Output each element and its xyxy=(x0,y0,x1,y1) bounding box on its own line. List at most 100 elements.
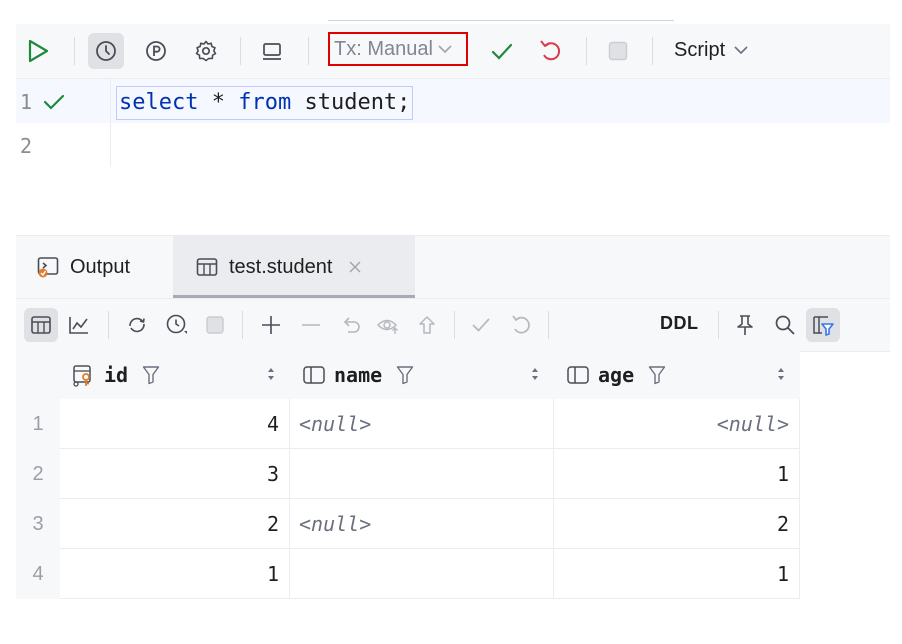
rollback-button[interactable] xyxy=(532,33,568,69)
cell-name[interactable] xyxy=(290,549,554,599)
cell-name[interactable]: <null> xyxy=(290,399,554,449)
undo-icon xyxy=(340,314,362,336)
output-console-icon xyxy=(36,255,60,279)
check-icon xyxy=(42,92,66,112)
toolbar-separator xyxy=(586,37,587,65)
check-icon xyxy=(470,314,492,336)
toolbar-separator xyxy=(240,37,241,65)
filter-icon[interactable] xyxy=(142,365,160,385)
layout-button[interactable] xyxy=(254,33,290,69)
filter-icon[interactable] xyxy=(648,365,666,385)
refresh-button[interactable] xyxy=(120,308,154,342)
cell-age[interactable]: 1 xyxy=(554,449,800,499)
search-button[interactable] xyxy=(768,308,802,342)
keyword-from: from xyxy=(238,90,292,115)
stop-button[interactable] xyxy=(198,308,232,342)
parameters-button[interactable] xyxy=(138,33,174,69)
revert-button[interactable] xyxy=(334,308,368,342)
grid-header-row: id name age xyxy=(16,351,800,399)
rollback-button[interactable] xyxy=(504,308,538,342)
sort-icon[interactable] xyxy=(530,365,540,383)
table-row[interactable]: 1 4 <null> <null> xyxy=(16,399,800,449)
filter-icon[interactable] xyxy=(396,365,414,385)
history-button[interactable] xyxy=(160,308,194,342)
submit-button[interactable] xyxy=(410,308,444,342)
table-view-button[interactable] xyxy=(24,308,58,342)
ddl-button[interactable]: DDL xyxy=(660,313,699,334)
chart-view-button[interactable] xyxy=(62,308,96,342)
primary-key-column-icon xyxy=(72,363,96,387)
undo-icon xyxy=(538,38,562,64)
preview-changes-button[interactable] xyxy=(372,308,406,342)
clock-icon xyxy=(165,313,189,337)
sql-code-line[interactable]: select * from student; xyxy=(116,86,414,120)
tab-output[interactable]: Output xyxy=(36,236,130,298)
script-label: Script xyxy=(674,38,726,61)
history-button[interactable] xyxy=(88,33,124,69)
toolbar-separator xyxy=(308,37,309,65)
cell-age[interactable]: 1 xyxy=(554,549,800,599)
chevron-down-icon xyxy=(733,44,749,56)
row-number-header xyxy=(16,351,60,399)
cell-id[interactable]: 1 xyxy=(60,549,290,599)
settings-button[interactable] xyxy=(188,33,224,69)
delete-row-button[interactable] xyxy=(294,308,328,342)
column-icon xyxy=(302,364,326,386)
table-filter-icon xyxy=(811,313,835,337)
active-tab-indicator xyxy=(173,295,415,298)
run-button[interactable] xyxy=(20,33,56,69)
sort-icon[interactable] xyxy=(776,365,786,383)
filter-toggle-button[interactable] xyxy=(806,308,840,342)
sort-icon[interactable] xyxy=(266,365,276,383)
cell-age[interactable]: 2 xyxy=(554,499,800,549)
cell-id[interactable]: 2 xyxy=(60,499,290,549)
row-number: 4 xyxy=(16,549,60,599)
column-header-name[interactable]: name xyxy=(290,351,554,399)
chevron-down-icon xyxy=(437,43,453,55)
toolbar-top-line xyxy=(328,20,674,21)
column-header-age[interactable]: age xyxy=(554,351,800,399)
pin-button[interactable] xyxy=(728,308,762,342)
toolbar-separator xyxy=(652,37,653,65)
table-icon xyxy=(30,314,52,336)
panel-layout-icon xyxy=(260,39,284,63)
commit-button[interactable] xyxy=(464,308,498,342)
table-row[interactable]: 3 2 <null> 2 xyxy=(16,499,800,549)
play-icon xyxy=(26,38,50,64)
table-row[interactable]: 4 1 1 xyxy=(16,549,800,599)
eye-icon xyxy=(376,314,402,336)
table-row[interactable]: 2 3 1 xyxy=(16,449,800,499)
toolbar-separator xyxy=(74,37,75,65)
stop-button[interactable] xyxy=(600,33,636,69)
row-number: 3 xyxy=(16,499,60,549)
results-tab-bar: Output test.student xyxy=(16,236,890,299)
transaction-mode-dropdown[interactable]: Tx: Manual xyxy=(328,32,468,66)
arrow-up-icon xyxy=(416,314,438,336)
code-text: student; xyxy=(291,90,411,115)
check-icon xyxy=(490,40,514,62)
cell-name[interactable] xyxy=(290,449,554,499)
stop-icon xyxy=(606,39,630,63)
commit-button[interactable] xyxy=(484,33,520,69)
cell-age[interactable]: <null> xyxy=(554,399,800,449)
close-icon[interactable] xyxy=(348,260,362,274)
row-number: 2 xyxy=(16,449,60,499)
toolbar-separator xyxy=(108,311,109,339)
cell-id[interactable]: 4 xyxy=(60,399,290,449)
editor-toolbar: Tx: Manual Script xyxy=(16,24,890,79)
table-icon xyxy=(195,256,219,278)
cell-id[interactable]: 3 xyxy=(60,449,290,499)
tx-mode-label: Tx: Manual xyxy=(334,37,433,60)
column-name: id xyxy=(104,363,129,387)
clock-icon xyxy=(94,39,118,63)
add-row-button[interactable] xyxy=(254,308,288,342)
tab-test-student[interactable]: test.student xyxy=(173,236,415,298)
row-number: 1 xyxy=(16,399,60,449)
cell-name[interactable]: <null> xyxy=(290,499,554,549)
script-dropdown[interactable]: Script xyxy=(674,34,749,66)
column-header-id[interactable]: id xyxy=(60,351,290,399)
column-name: name xyxy=(334,363,383,387)
undo-icon xyxy=(510,313,532,337)
refresh-icon xyxy=(125,314,149,336)
column-icon xyxy=(566,364,590,386)
